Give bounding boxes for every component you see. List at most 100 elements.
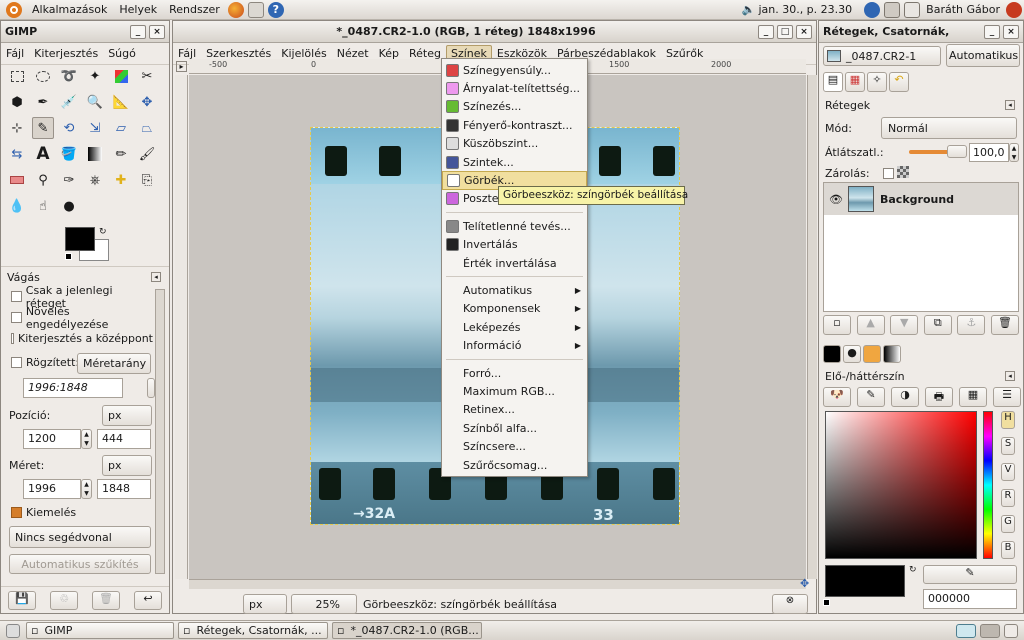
hue-slider[interactable] <box>983 411 993 559</box>
airbrush-icon[interactable]: ⚲ <box>32 169 54 191</box>
measure-icon[interactable]: 📐 <box>110 91 132 113</box>
fixed-checkbox[interactable] <box>11 357 22 368</box>
trash-icon[interactable] <box>1004 623 1018 638</box>
menu-arrow-icon[interactable]: ▸ <box>176 61 187 72</box>
fixed-mode-select[interactable]: Méretarány <box>77 353 151 374</box>
tab-paths-icon[interactable]: ✧ <box>867 72 887 92</box>
gimp-selector-icon[interactable]: 🐶 <box>823 387 851 407</box>
channel-r-button[interactable]: R <box>1001 489 1015 507</box>
menu-item[interactable]: Szintek... <box>442 153 587 171</box>
menu-item[interactable]: Árnyalat-telítettség... <box>442 79 587 97</box>
paths-icon[interactable]: ✒ <box>32 91 54 113</box>
firefox-icon[interactable] <box>227 1 244 18</box>
workspace-2-icon[interactable] <box>980 623 1000 638</box>
network-icon[interactable] <box>884 1 901 18</box>
paintbrush-icon[interactable]: 🖌 <box>136 143 158 165</box>
menu-applications[interactable]: Alkalmazások <box>26 3 113 16</box>
anchor-layer-icon[interactable]: ⚓ <box>957 315 986 335</box>
menu-file[interactable]: Fájl <box>1 47 29 60</box>
channel-b-button[interactable]: B <box>1001 541 1015 559</box>
options-scrollbar[interactable] <box>155 289 165 574</box>
menu-item[interactable]: Színcsere... <box>442 437 587 455</box>
lasso-icon[interactable]: ➰ <box>58 65 80 87</box>
save-options-button[interactable]: 💾 <box>8 590 36 610</box>
configure-tab-icon[interactable]: ◂ <box>151 272 161 282</box>
toolbox-titlebar[interactable]: GIMP _ × <box>1 21 169 43</box>
minimize-button[interactable]: _ <box>984 24 1000 39</box>
layer-row[interactable]: 👁 Background <box>824 183 1018 215</box>
delete-options-button[interactable]: 🗑 <box>92 590 120 610</box>
scissors-icon[interactable]: ✂ <box>136 65 158 87</box>
ellipse-select-icon[interactable] <box>32 65 54 87</box>
color-gradient-picker[interactable] <box>825 411 977 559</box>
minimize-button[interactable]: _ <box>130 24 146 39</box>
position-y-input[interactable]: 444 <box>97 429 151 449</box>
text-icon[interactable]: A <box>32 143 54 165</box>
color-picker-button[interactable]: ✎ <box>923 565 1017 584</box>
blur-icon[interactable]: 💧 <box>6 195 28 217</box>
update-icon[interactable] <box>864 1 881 18</box>
heal-icon[interactable]: ✚ <box>110 169 132 191</box>
tab-patterns-icon[interactable] <box>863 345 881 363</box>
menu-item[interactable]: Invertálás <box>442 236 587 254</box>
triangle-selector-icon[interactable]: ◑ <box>891 387 919 407</box>
ink-icon[interactable]: ✑ <box>58 169 80 191</box>
tab-gradients-icon[interactable] <box>883 345 901 363</box>
task-gimp[interactable]: ▫ GIMP <box>26 622 174 639</box>
mail-icon[interactable] <box>247 1 264 18</box>
menu-help[interactable]: Súgó <box>103 47 141 60</box>
reset-options-button[interactable]: ↩ <box>134 590 162 610</box>
configure-tab-icon[interactable]: ◂ <box>1005 100 1015 110</box>
flip-icon[interactable]: ⇆ <box>6 143 28 165</box>
mode-select[interactable]: Normál <box>881 117 1017 139</box>
position-x-spinner[interactable]: ▲ ▼ <box>81 429 92 449</box>
gradient-icon[interactable] <box>84 143 106 165</box>
close-button[interactable]: × <box>149 24 165 39</box>
menu-item[interactable]: Színegyensúly... <box>442 61 587 79</box>
default-colors-icon[interactable] <box>823 599 830 606</box>
close-button[interactable]: × <box>1003 24 1019 39</box>
eye-icon[interactable]: 👁 <box>824 193 848 206</box>
size-w-spinner[interactable]: ▲ ▼ <box>81 479 92 499</box>
menu-item[interactable]: Fényerő-kontraszt... <box>442 116 587 134</box>
rotate-icon[interactable]: ⟲ <box>58 117 80 139</box>
help-icon[interactable]: ? <box>267 1 284 18</box>
navigate-icon[interactable]: ✥ <box>800 577 809 590</box>
eraser-icon[interactable] <box>6 169 28 191</box>
select-by-color-icon[interactable] <box>110 65 132 87</box>
volume-icon[interactable]: 🔈 <box>742 3 756 16</box>
align-icon[interactable]: ⊹ <box>6 117 28 139</box>
configure-tab-icon[interactable]: ◂ <box>1005 371 1015 381</box>
tab-fgbg-icon[interactable] <box>823 345 841 363</box>
color-picker-icon[interactable]: 💉 <box>58 91 80 113</box>
tab-undo-icon[interactable]: ↶ <box>889 72 909 92</box>
size-w-input[interactable]: 1996 <box>23 479 81 499</box>
ubuntu-logo-icon[interactable] <box>6 1 22 18</box>
channel-v-button[interactable]: V <box>1001 463 1015 481</box>
tab-channels-icon[interactable]: ▦ <box>845 72 865 92</box>
smudge-icon[interactable]: ☝ <box>32 195 54 217</box>
scale-icon[interactable]: ⇲ <box>84 117 106 139</box>
layer-list[interactable]: 👁 Background <box>823 182 1019 312</box>
tab-brushes-icon[interactable]: ● <box>843 345 861 363</box>
minimize-button[interactable]: _ <box>758 24 774 39</box>
current-layer-checkbox[interactable] <box>11 291 22 302</box>
menu-item[interactable]: Információ ▶ <box>442 336 587 354</box>
lower-layer-icon[interactable]: ▼ <box>890 315 919 335</box>
menu-item[interactable]: Küszöbszint... <box>442 135 587 153</box>
from-center-checkbox[interactable] <box>11 333 15 344</box>
image-titlebar[interactable]: *_0487.CR2-1.0 (RGB, 1 réteg) 1848x1996 … <box>173 21 816 43</box>
default-colors-icon[interactable] <box>65 253 72 260</box>
pencil-icon[interactable]: ✏ <box>110 143 132 165</box>
channel-s-button[interactable]: S <box>1001 437 1015 455</box>
channel-h-button[interactable]: H <box>1001 411 1015 429</box>
vertical-ruler[interactable] <box>175 75 188 579</box>
menu-extensions[interactable]: Kiterjesztés <box>29 47 103 60</box>
opacity-input[interactable]: 100,0 <box>969 143 1009 162</box>
opacity-slider-handle[interactable] <box>947 145 967 158</box>
cancel-icon[interactable]: ⊗ <box>772 594 808 614</box>
size-h-input[interactable]: 1848 <box>97 479 151 499</box>
menu-item[interactable]: Komponensek ▶ <box>442 300 587 318</box>
printer-selector-icon[interactable]: 🖶 <box>925 387 953 407</box>
menu-item[interactable]: Telítetlenné tevés... <box>442 217 587 235</box>
